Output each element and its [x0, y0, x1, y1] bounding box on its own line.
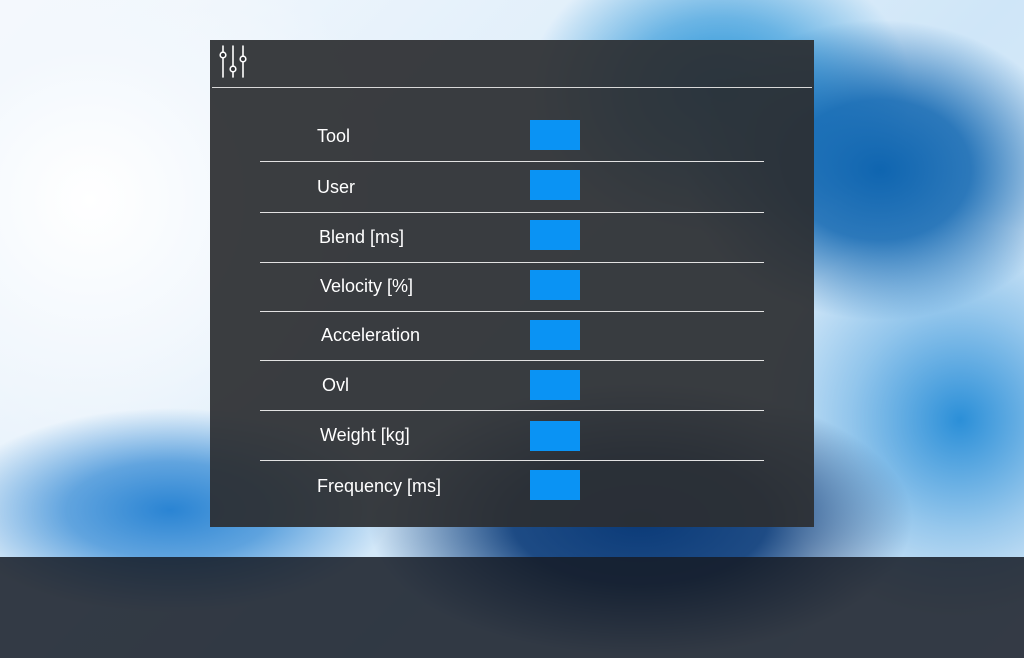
- param-row-acceleration: Acceleration: [260, 310, 764, 361]
- param-row-ovl: Ovl: [260, 360, 764, 411]
- param-row-tool: Tool: [260, 111, 764, 162]
- param-label: Ovl: [322, 374, 349, 395]
- param-label: Frequency [ms]: [317, 475, 442, 496]
- ovl-value-button[interactable]: [530, 370, 580, 400]
- blend-value-button[interactable]: [530, 220, 580, 250]
- param-row-frequency: Frequency [ms]: [260, 461, 764, 511]
- frequency-value-button[interactable]: [530, 470, 580, 500]
- user-value-button[interactable]: [530, 170, 580, 200]
- weight-value-button[interactable]: [530, 421, 580, 451]
- desktop-background: Tool User Blend [ms] Velocity [%] Accele…: [0, 0, 1024, 658]
- param-label: Blend [ms]: [319, 226, 405, 247]
- param-label: User: [317, 176, 356, 197]
- velocity-value-button[interactable]: [530, 270, 580, 300]
- sliders-icon[interactable]: [219, 45, 249, 81]
- param-row-velocity: Velocity [%]: [260, 261, 764, 312]
- acceleration-value-button[interactable]: [530, 320, 580, 350]
- parameters-panel: Tool User Blend [ms] Velocity [%] Accele…: [210, 40, 814, 527]
- panel-header: [212, 40, 812, 88]
- tool-value-button[interactable]: [530, 120, 580, 150]
- param-label: Weight [kg]: [320, 424, 410, 445]
- param-row-user: User: [260, 162, 764, 213]
- param-row-weight: Weight [kg]: [260, 410, 764, 461]
- param-label: Tool: [317, 125, 351, 146]
- param-row-blend: Blend [ms]: [260, 212, 764, 263]
- param-label: Velocity [%]: [320, 275, 414, 296]
- param-label: Acceleration: [321, 324, 421, 345]
- taskbar: [0, 557, 1024, 658]
